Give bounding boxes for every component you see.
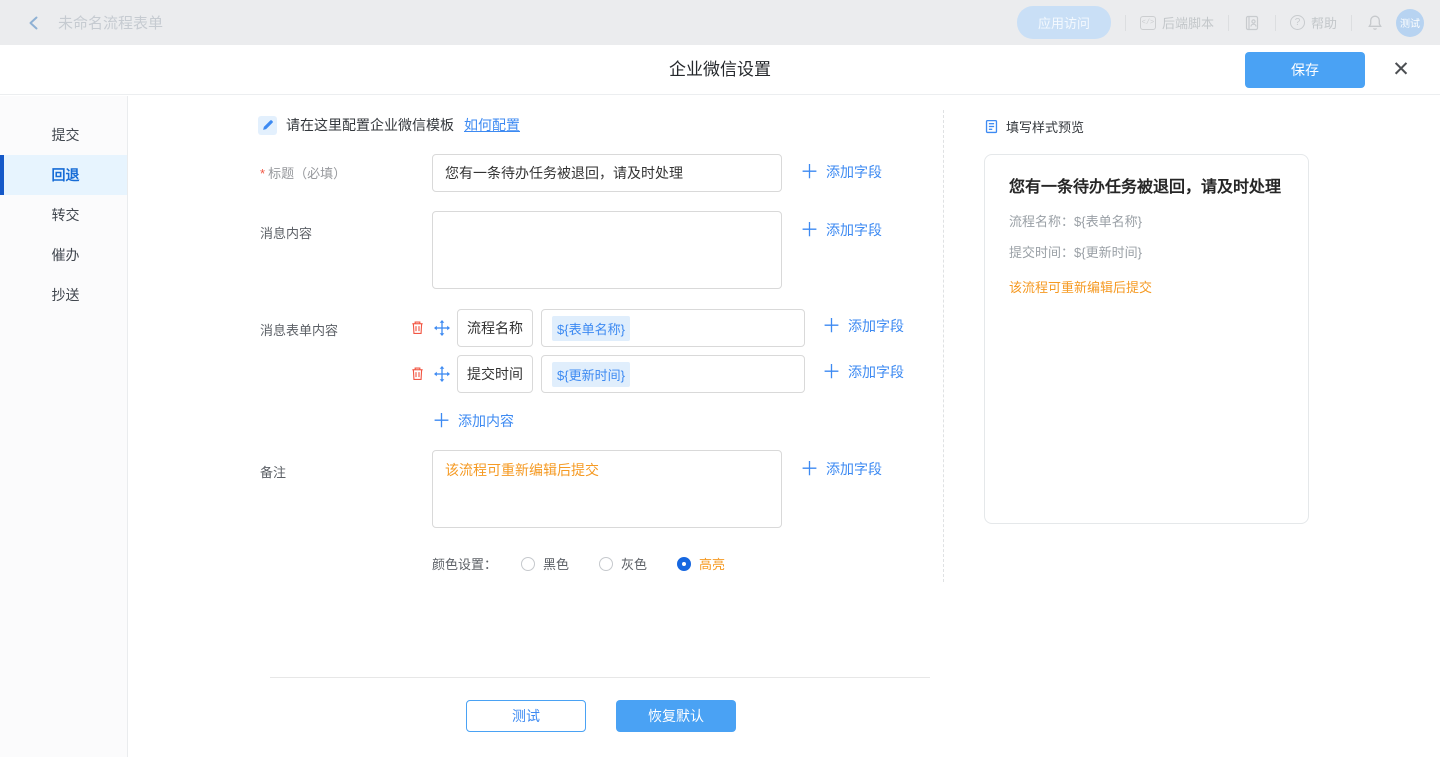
plus-icon: ＋ <box>800 163 819 182</box>
preview-card: 您有一条待办任务被退回，请及时处理 流程名称：${表单名称} 提交时间：${更新… <box>984 154 1309 524</box>
user-avatar[interactable]: 测试 <box>1396 9 1424 37</box>
table-field-label: 消息表单内容 <box>260 320 338 339</box>
preview-header-label: 填写样式预览 <box>1006 117 1084 136</box>
plus-icon: ＋ <box>800 460 819 479</box>
vertical-dashed-divider <box>943 110 944 582</box>
delete-row-icon[interactable] <box>410 320 426 336</box>
row-value-field[interactable]: ${表单名称} <box>541 309 805 347</box>
notifications-button[interactable] <box>1366 14 1384 32</box>
title-input[interactable] <box>432 154 782 192</box>
radio-icon <box>599 557 613 571</box>
help-button[interactable]: ? 帮助 <box>1290 13 1337 32</box>
add-field-link-note[interactable]: ＋添加字段 <box>800 459 882 479</box>
add-field-link-row1[interactable]: ＋添加字段 <box>822 316 904 336</box>
topbar-divider <box>1351 15 1352 31</box>
field-token: ${更新时间} <box>552 362 630 387</box>
restore-default-button[interactable]: 恢复默认 <box>616 700 736 732</box>
backend-script-button[interactable]: </> 后端脚本 <box>1140 13 1214 32</box>
topbar-divider <box>1228 15 1229 31</box>
row-key-input[interactable] <box>457 355 533 393</box>
row-value-field[interactable]: ${更新时间} <box>541 355 805 393</box>
modal-title: 企业微信设置 <box>0 45 1440 95</box>
how-to-configure-link[interactable]: 如何配置 <box>464 115 520 135</box>
modal-body: 提交 回退 转交 催办 抄送 请在这里配置企业微信模板 如何配置 *标题（必填）… <box>0 96 1440 757</box>
save-button[interactable]: 保存 <box>1245 52 1365 88</box>
sidebar-item-urge[interactable]: 催办 <box>0 235 127 275</box>
content-field-label: 消息内容 <box>260 223 312 242</box>
note-textarea[interactable]: 该流程可重新编辑后提交 <box>432 450 782 528</box>
preview-line: 提交时间：${更新时间} <box>1009 242 1284 261</box>
topbar: 未命名流程表单 应用访问 </> 后端脚本 ? 帮助 <box>0 0 1440 45</box>
code-icon: </> <box>1140 16 1156 30</box>
sidebar: 提交 回退 转交 催办 抄送 <box>0 96 128 757</box>
note-field-label: 备注 <box>260 462 286 481</box>
sidebar-item-cc[interactable]: 抄送 <box>0 275 127 315</box>
bottom-divider <box>270 677 930 678</box>
backend-script-label: 后端脚本 <box>1162 13 1214 32</box>
close-icon[interactable]: ✕ <box>1386 55 1416 85</box>
move-row-icon[interactable] <box>434 320 450 336</box>
color-setting-label: 颜色设置： <box>432 554 497 573</box>
contacts-button[interactable] <box>1243 14 1261 32</box>
edit-pencil-icon <box>258 116 277 135</box>
sidebar-item-transfer[interactable]: 转交 <box>0 195 127 235</box>
sidebar-item-submit[interactable]: 提交 <box>0 115 127 155</box>
modal-header: 企业微信设置 保存 ✕ <box>0 45 1440 95</box>
test-button[interactable]: 测试 <box>466 700 586 732</box>
preview-line: 流程名称：${表单名称} <box>1009 211 1284 230</box>
radio-option-2[interactable]: 高亮 <box>677 554 725 573</box>
config-hint-text: 请在这里配置企业微信模板 <box>286 115 454 135</box>
plus-icon: ＋ <box>822 363 841 382</box>
plus-icon: ＋ <box>822 317 841 336</box>
document-title: 未命名流程表单 <box>58 12 163 33</box>
add-content-link[interactable]: ＋添加内容 <box>432 411 514 431</box>
add-field-link-content[interactable]: ＋添加字段 <box>800 220 882 240</box>
field-token: ${表单名称} <box>552 316 630 341</box>
add-field-link-title[interactable]: ＋添加字段 <box>800 162 882 182</box>
back-icon[interactable] <box>26 14 44 32</box>
delete-row-icon[interactable] <box>410 366 426 382</box>
title-field-label: *标题（必填） <box>260 163 346 182</box>
help-icon: ? <box>1290 15 1305 30</box>
contacts-icon <box>1243 14 1261 32</box>
content-textarea[interactable] <box>432 211 782 289</box>
topbar-divider <box>1275 15 1276 31</box>
move-row-icon[interactable] <box>434 366 450 382</box>
row-key-input[interactable] <box>457 309 533 347</box>
plus-icon: ＋ <box>432 412 451 431</box>
topbar-divider <box>1125 15 1126 31</box>
radio-option-0[interactable]: 黑色 <box>521 554 569 573</box>
preview-doc-icon <box>984 119 999 134</box>
color-setting-row: 颜色设置： 黑色 灰色 高亮 <box>432 554 755 573</box>
radio-icon <box>521 557 535 571</box>
radio-icon <box>677 557 691 571</box>
preview-title: 您有一条待办任务被退回，请及时处理 <box>1009 178 1284 199</box>
app-access-button[interactable]: 应用访问 <box>1017 6 1111 39</box>
radio-option-1[interactable]: 灰色 <box>599 554 647 573</box>
plus-icon: ＋ <box>800 221 819 240</box>
bell-icon <box>1366 14 1384 32</box>
preview-line: 该流程可重新编辑后提交 <box>1009 277 1284 296</box>
sidebar-item-return[interactable]: 回退 <box>0 155 127 195</box>
add-field-link-row2[interactable]: ＋添加字段 <box>822 362 904 382</box>
help-label: 帮助 <box>1311 13 1337 32</box>
required-mark: * <box>260 166 265 181</box>
